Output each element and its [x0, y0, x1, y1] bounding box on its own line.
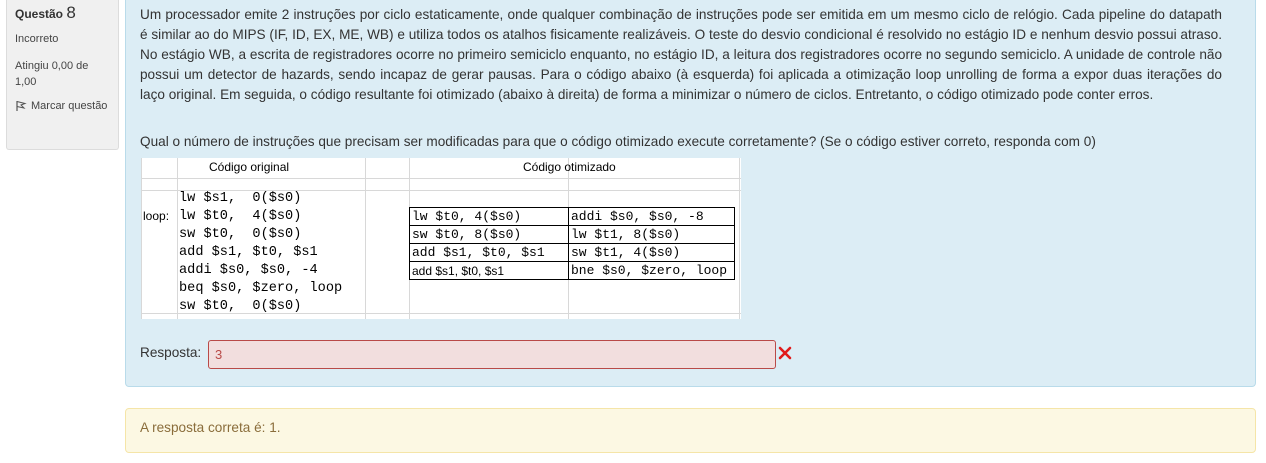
flag-question-link[interactable]: Marcar questão [15, 98, 110, 114]
loop-label: loop: [143, 209, 170, 223]
original-code-line: beq $s0, $zero, loop [179, 281, 343, 296]
optimized-cell: addi $s0, $s0, -8 [571, 209, 704, 224]
optimized-cell: add $s1, $t0, $s1 [412, 245, 545, 260]
optimized-cell: bne $s0, $zero, loop [571, 263, 728, 278]
optimized-cell: lw $t0, 4($s0) [412, 209, 522, 224]
header-optimized: Código otimizado [523, 160, 616, 174]
optimized-cell: sw $t1, 4($s0) [571, 245, 681, 260]
code-table-image: Código original Código otimizado loop: l… [141, 158, 741, 319]
question-content: Um processador emite 2 instruções por ci… [125, 0, 1256, 387]
flag-question-label: Marcar questão [31, 100, 108, 112]
original-code-line: sw $t0, 0($s0) [179, 227, 302, 242]
question-text: Um processador emite 2 instruções por ci… [140, 7, 1222, 102]
incorrect-icon [778, 346, 792, 360]
answer-label: Resposta: [140, 345, 202, 360]
correct-answer-feedback: A resposta correta é: 1. [125, 408, 1256, 453]
question-prompt: Qual o número de instruções que precisam… [140, 134, 1096, 149]
optimized-cell: lw $t1, 8($s0) [571, 227, 681, 242]
question-number: Questão 8 [15, 3, 110, 22]
optimized-cell: sw $t0, 8($s0) [412, 227, 522, 242]
header-original: Código original [209, 160, 290, 174]
question-number-value: 8 [66, 3, 76, 22]
original-code-line: sw $t0, 0($s0) [179, 299, 302, 314]
question-label: Questão [15, 7, 64, 21]
original-code-line: lw $t0, 4($s0) [179, 209, 302, 224]
answer-input[interactable] [208, 340, 776, 369]
question-info-panel: Questão 8 Incorreto Atingiu 0,00 de 1,00… [6, 0, 119, 150]
original-code-line: addi $s0, $s0, -4 [179, 263, 318, 278]
original-code-line: add $s1, $t0, $s1 [179, 245, 318, 260]
optimized-cell: add $s1, $t0, $s1 [412, 264, 505, 278]
question-state: Incorreto [15, 33, 59, 45]
original-code-line: lw $s1, 0($s0) [179, 191, 302, 206]
flag-icon [16, 101, 27, 111]
question-grade: Atingiu 0,00 de 1,00 [15, 60, 89, 88]
